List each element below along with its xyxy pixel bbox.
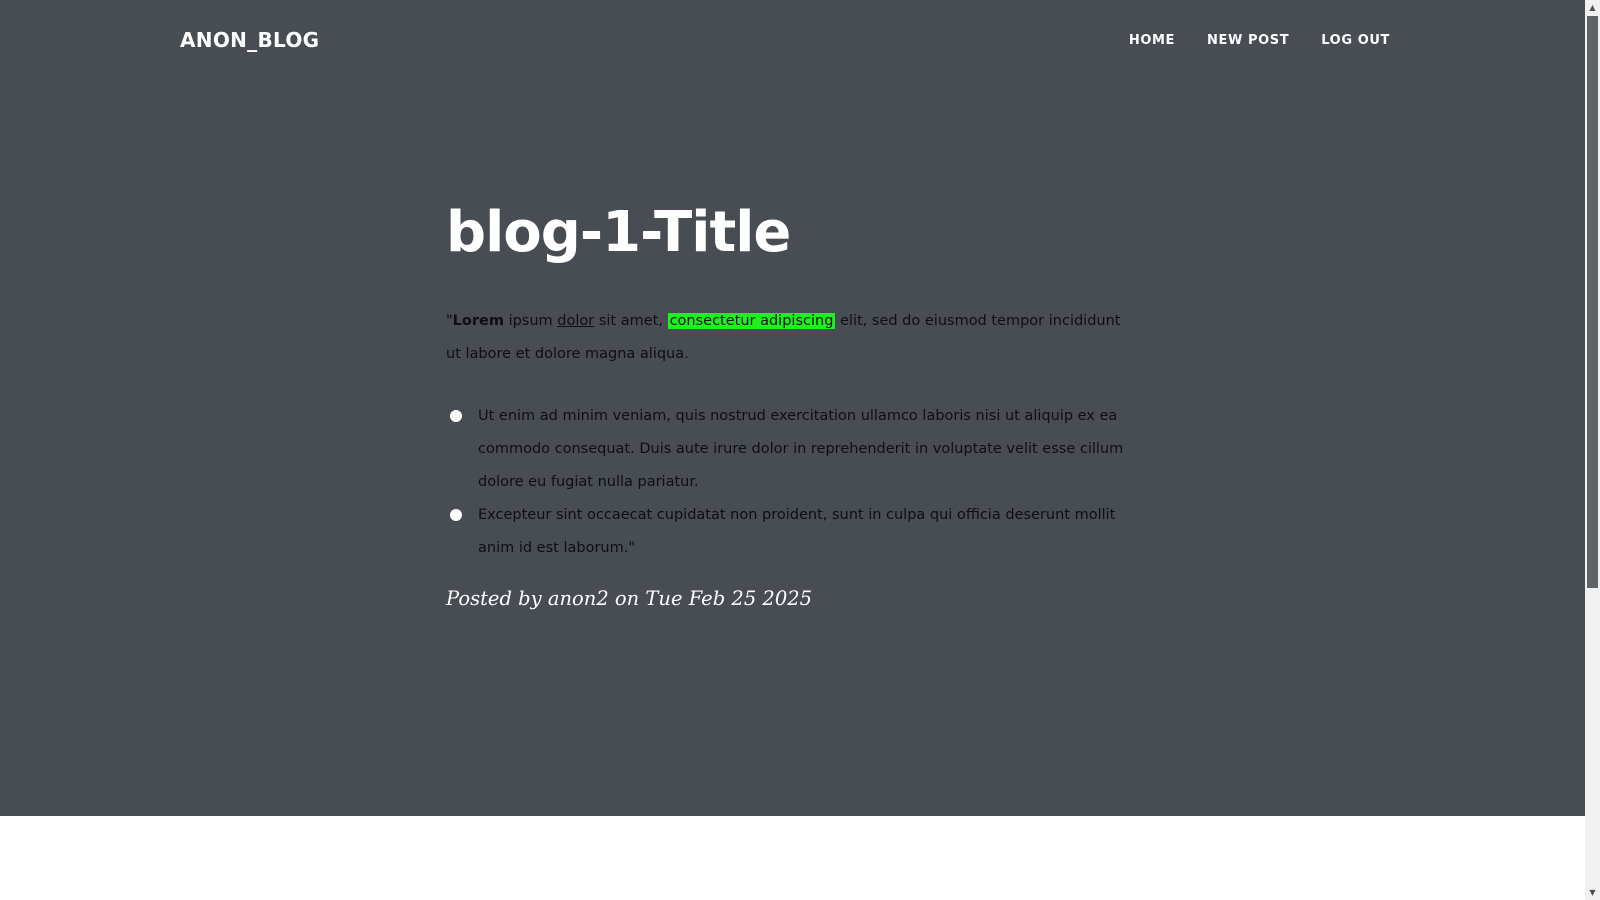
paragraph-text-2: sit amet,	[594, 313, 668, 329]
brand-logo[interactable]: ANON_BLOG	[180, 28, 319, 52]
open-quote: "	[446, 313, 453, 329]
paragraph-text-1: ipsum	[503, 313, 558, 329]
vertical-scrollbar[interactable]: ▲ ▼	[1585, 0, 1600, 900]
nav-links: HOME NEW POST LOG OUT	[1129, 33, 1390, 48]
list-item: Ut enim ad minim veniam, quis nostrud ex…	[446, 400, 1136, 499]
nav-log-out-link[interactable]: LOG OUT	[1321, 33, 1390, 48]
scrollbar-thumb[interactable]	[1587, 16, 1598, 588]
post-title: blog-1-Title	[446, 200, 791, 265]
bullet-icon	[450, 509, 462, 521]
scroll-up-arrow-icon[interactable]: ▲	[1585, 0, 1600, 15]
navbar: ANON_BLOG HOME NEW POST LOG OUT	[0, 0, 1585, 82]
list-item-text: Excepteur sint occaecat cupidatat non pr…	[478, 507, 1116, 556]
post-content: blog-1-Title "Lorem ipsum dolor sit amet…	[446, 195, 1136, 610]
post-paragraph: "Lorem ipsum dolor sit amet, consectetur…	[446, 305, 1136, 371]
post-meta: Posted by anon2 on Tue Feb 25 2025	[446, 587, 813, 610]
highlighted-text: consectetur adipiscing	[667, 313, 836, 329]
list-item-text: Ut enim ad minim veniam, quis nostrud ex…	[478, 408, 1124, 490]
bold-text: Lorem	[452, 313, 504, 329]
nav-new-post-link[interactable]: NEW POST	[1207, 33, 1289, 48]
post-header-section: ANON_BLOG HOME NEW POST LOG OUT blog-1-T…	[0, 0, 1585, 816]
bullet-icon	[450, 410, 462, 422]
post-bullet-list: Ut enim ad minim veniam, quis nostrud ex…	[446, 400, 1136, 565]
scroll-down-arrow-icon[interactable]: ▼	[1585, 885, 1600, 900]
nav-home-link[interactable]: HOME	[1129, 33, 1175, 48]
list-item: Excepteur sint occaecat cupidatat non pr…	[446, 499, 1136, 565]
underlined-text: dolor	[557, 313, 595, 329]
